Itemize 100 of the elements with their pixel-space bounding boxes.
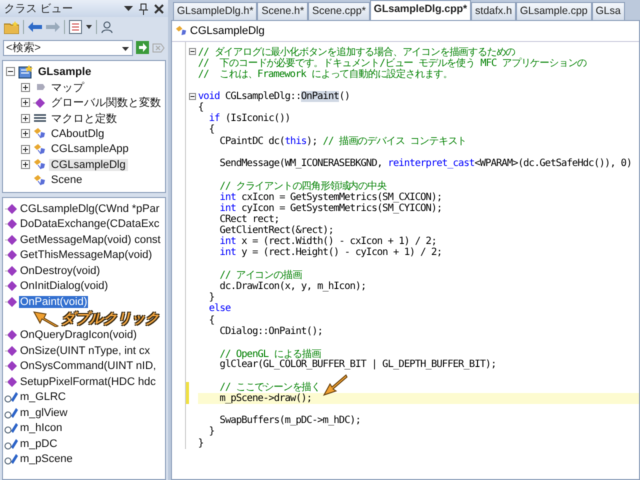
collapse-icon[interactable] bbox=[189, 48, 196, 56]
code-line: // クライアントの四角形領域内の中央 bbox=[218, 180, 386, 192]
caret-icon[interactable] bbox=[86, 25, 92, 29]
caret-icon[interactable] bbox=[122, 46, 129, 50]
expander-icon[interactable] bbox=[21, 129, 30, 138]
expander-icon[interactable] bbox=[6, 67, 16, 76]
member-item[interactable]: OnSize(UINT nType, int cx bbox=[19, 344, 152, 357]
class-icon bbox=[33, 158, 47, 172]
class-icon bbox=[33, 127, 47, 140]
diamond-icon bbox=[33, 96, 47, 109]
tree-item[interactable]: GLsample bbox=[36, 66, 94, 78]
file-tab[interactable]: GLsampleDlg.cpp* bbox=[370, 0, 472, 20]
code-line: // これは、Framework によって自動的に設定されます。 bbox=[198, 68, 452, 81]
field-icon bbox=[4, 438, 18, 450]
file-tab[interactable]: GLsample.cpp bbox=[516, 2, 592, 20]
member-item[interactable]: CGLsampleDlg(CWnd *pPar bbox=[19, 202, 160, 215]
code-line: glClear(GL_COLOR_BUFFER_BIT | GL_DEPTH_BUFFER_BIT); bbox=[218, 359, 496, 370]
dropdown-icon[interactable] bbox=[124, 6, 133, 12]
expander-icon[interactable] bbox=[21, 82, 30, 92]
file-tab[interactable]: GLsa bbox=[592, 2, 625, 20]
scope-combobox[interactable]: CGLsampleDlg bbox=[172, 21, 639, 42]
member-item[interactable]: OnInitDialog(void) bbox=[19, 280, 110, 292]
code-line: { bbox=[198, 102, 204, 114]
pin-icon[interactable] bbox=[139, 2, 148, 14]
tree-item[interactable]: Scene bbox=[49, 174, 84, 186]
class-icon bbox=[33, 142, 47, 156]
expander-icon[interactable] bbox=[21, 160, 30, 170]
code-line: } bbox=[208, 426, 214, 438]
annotation-label: ダブルクリック bbox=[61, 310, 159, 328]
method-icon bbox=[4, 329, 18, 342]
expander-icon[interactable] bbox=[21, 98, 30, 108]
file-tab[interactable]: Scene.cpp* bbox=[308, 2, 370, 20]
code-line: { bbox=[208, 314, 214, 326]
method-icon bbox=[4, 234, 18, 246]
tree-item[interactable]: マクロと定数 bbox=[49, 110, 119, 126]
field-icon bbox=[4, 453, 18, 466]
member-item[interactable]: m_pDC bbox=[19, 438, 58, 450]
arrow-icon bbox=[322, 373, 348, 397]
file-tab[interactable]: GLsampleDlg.h* bbox=[173, 2, 258, 20]
expander-icon[interactable] bbox=[21, 144, 30, 154]
code-line: int x = (rect.Width() - cxIcon + 1) / 2; bbox=[218, 236, 437, 248]
tree-item[interactable]: CAboutDlg bbox=[49, 128, 106, 140]
method-icon bbox=[4, 202, 18, 215]
field-icon bbox=[4, 422, 18, 434]
code-line: int y = (rect.Height() - cyIcon + 1) / 2; bbox=[218, 247, 442, 258]
member-item[interactable]: OnDestroy(void) bbox=[19, 264, 102, 277]
member-item[interactable]: m_pScene bbox=[19, 453, 74, 466]
code-line: // OpenGL による描画 bbox=[218, 348, 321, 360]
collapse-icon[interactable] bbox=[189, 92, 196, 100]
member-item[interactable]: OnPaint(void) bbox=[19, 296, 88, 308]
member-item[interactable]: GetThisMessageMap(void) bbox=[19, 249, 154, 262]
code-line: dc.DrawIcon(x, y, m_hIcon); bbox=[218, 281, 366, 292]
member-item[interactable]: m_hIcon bbox=[19, 422, 64, 434]
tree-item[interactable]: グローバル関数と変数 bbox=[49, 95, 163, 110]
class-icon bbox=[33, 174, 47, 187]
code-line: SendMessage(WM_ICONERASEBKGND, reinterpret_cast<WPARAM>(dc.GetSafeHdc()), 0) bbox=[218, 158, 632, 169]
tree-item[interactable]: CGLsampleApp bbox=[49, 143, 131, 156]
tree-item[interactable]: マップ bbox=[49, 80, 86, 95]
tree-item[interactable]: CGLsampleDlg bbox=[49, 158, 128, 171]
member-item[interactable]: OnSysCommand(UINT nID, bbox=[19, 360, 158, 372]
code-line: GetClientRect(&rect); bbox=[218, 225, 334, 236]
list-icon[interactable] bbox=[69, 20, 82, 34]
code-line: // アイコンの描画 bbox=[218, 268, 302, 282]
back-arrow-icon[interactable] bbox=[28, 22, 42, 32]
method-icon bbox=[4, 360, 18, 372]
folder-icon[interactable] bbox=[4, 20, 19, 34]
method-icon bbox=[4, 249, 18, 262]
code-line: // 下のコードが必要です。ドキュメント/ビュー モデルを使う MFC アプリケーションの bbox=[198, 56, 587, 69]
file-tab[interactable]: Scene.h* bbox=[257, 2, 308, 20]
method-icon bbox=[4, 264, 18, 277]
code-line: // ここでシーンを描く bbox=[218, 380, 321, 394]
member-item[interactable]: SetupPixelFormat(HDC hdc bbox=[19, 376, 157, 388]
code-line: int cyIcon = GetSystemMetrics(SM_CYICON); bbox=[218, 202, 442, 214]
code-line: SwapBuffers(m_pDC->m_hDC); bbox=[218, 415, 361, 426]
expander-icon[interactable] bbox=[21, 114, 30, 123]
member-item[interactable]: m_GLRC bbox=[19, 391, 67, 404]
member-item[interactable]: OnQueryDragIcon(void) bbox=[19, 329, 138, 342]
project-icon bbox=[18, 64, 34, 79]
search-field[interactable]: <検索> bbox=[3, 40, 133, 56]
macro-icon bbox=[33, 112, 47, 124]
code-line: int cxIcon = GetSystemMetrics(SM_CXICON); bbox=[218, 192, 442, 203]
file-tab[interactable]: stdafx.h bbox=[471, 2, 516, 20]
method-icon bbox=[4, 296, 18, 308]
member-item[interactable]: DoDataExchange(CDataExc bbox=[19, 218, 160, 230]
field-icon bbox=[4, 391, 18, 404]
method-icon bbox=[4, 280, 18, 292]
code-line: CRect rect; bbox=[218, 214, 280, 225]
member-item[interactable]: GetMessageMap(void) const bbox=[19, 234, 162, 246]
code-line: CPaintDC dc(this); // 描画のデバイス コンテキスト bbox=[218, 134, 467, 148]
close-icon[interactable] bbox=[154, 4, 164, 14]
member-item[interactable]: m_glView bbox=[19, 406, 68, 419]
code-line: } bbox=[208, 292, 214, 304]
class-icon bbox=[175, 25, 188, 37]
method-icon bbox=[4, 344, 18, 357]
panel-title: クラス ビュー bbox=[4, 2, 74, 16]
scope-label: CGLsampleDlg bbox=[190, 25, 265, 37]
person-icon[interactable] bbox=[101, 21, 113, 33]
go-arrow-icon[interactable] bbox=[136, 41, 149, 54]
code-line: CDialog::OnPaint(); bbox=[218, 326, 323, 337]
arrow-icon bbox=[33, 310, 59, 326]
